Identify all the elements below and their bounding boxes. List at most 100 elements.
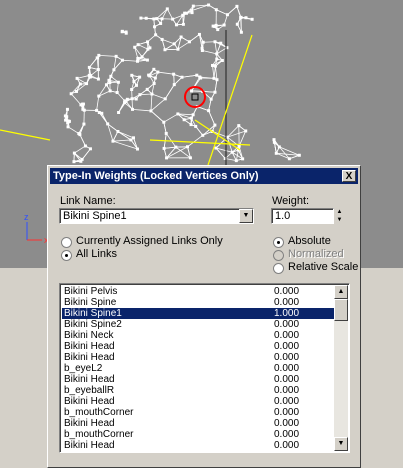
mesh-edge xyxy=(150,94,153,111)
radio-assigned-links-only-label[interactable]: Currently Assigned Links Only xyxy=(76,235,223,247)
mesh-vertex xyxy=(79,159,83,163)
list-item[interactable]: Bikini Head 0.000 xyxy=(62,418,334,429)
list-item[interactable]: b_mouthCorner 0.000 xyxy=(62,429,334,440)
list-scrollbar[interactable]: ▲ ▼ xyxy=(334,285,348,451)
mesh-vertex xyxy=(153,25,157,29)
mesh-vertex xyxy=(72,160,76,164)
mesh-vertex xyxy=(250,17,254,21)
list-item[interactable]: Bikini Spine2 0.000 xyxy=(62,319,334,330)
mesh-vertex xyxy=(64,118,68,122)
mesh-vertex xyxy=(65,107,69,111)
chevron-down-icon[interactable]: ▼ xyxy=(239,209,253,223)
mesh-vertex xyxy=(108,89,112,93)
radio-all-links[interactable] xyxy=(61,250,72,261)
mesh-vertex xyxy=(201,133,205,137)
mesh-vertex xyxy=(81,102,85,106)
mesh-vertex xyxy=(172,42,176,46)
mesh-vertex xyxy=(149,109,153,113)
list-item[interactable]: Bikini Head 0.000 xyxy=(62,374,334,385)
list-item[interactable]: Bikini Head 0.000 xyxy=(62,440,334,451)
mesh-edge xyxy=(112,140,138,150)
list-item[interactable]: Bikini Head 0.000 xyxy=(62,396,334,407)
mesh-edge xyxy=(163,113,179,123)
list-item[interactable]: b_eyeL2 0.000 xyxy=(62,363,334,374)
mesh-edge xyxy=(107,123,114,142)
mesh-vertex xyxy=(87,65,91,69)
mesh-edge xyxy=(202,50,217,55)
mesh-edge xyxy=(215,66,218,80)
mesh-edge xyxy=(191,106,198,119)
list-item[interactable]: Bikini Head 0.000 xyxy=(62,341,334,352)
list-item[interactable]: Bikini Head 0.000 xyxy=(62,352,334,363)
list-item[interactable]: b_eyeballR 0.000 xyxy=(62,385,334,396)
mesh-vertex xyxy=(239,30,243,34)
list-item-name: Bikini Spine xyxy=(64,297,117,308)
radio-relative-scale[interactable] xyxy=(273,263,284,274)
mesh-vertex xyxy=(96,68,100,72)
mesh-vertex xyxy=(139,16,143,20)
mesh-edge xyxy=(122,59,138,62)
radio-all-links-label[interactable]: All Links xyxy=(76,248,117,260)
mesh-edge xyxy=(163,122,167,134)
mesh-vertex xyxy=(145,87,149,91)
scroll-down-icon[interactable]: ▼ xyxy=(334,437,348,451)
mesh-vertex xyxy=(176,112,180,116)
mesh-edge xyxy=(157,71,174,75)
radio-assigned-links-only[interactable] xyxy=(61,237,72,248)
mesh-vertex xyxy=(152,67,156,71)
dialog-titlebar[interactable]: Type-In Weights (Locked Vertices Only) X xyxy=(50,168,358,184)
mesh-vertex xyxy=(239,15,243,19)
mesh-edge xyxy=(214,79,218,93)
mesh-vertex xyxy=(112,68,116,72)
mesh-vertex xyxy=(154,33,158,37)
list-item-weight: 0.000 xyxy=(274,319,300,330)
list-item[interactable]: Bikini Pelvis 0.000 xyxy=(62,286,334,297)
mesh-edge xyxy=(101,113,109,125)
mesh-edge xyxy=(70,93,82,106)
mesh-vertex xyxy=(159,21,163,25)
mesh-vertex xyxy=(174,23,178,27)
spinner-up-icon[interactable]: ▲ xyxy=(335,208,344,216)
mesh-vertex xyxy=(130,88,134,92)
weight-value: 1.0 xyxy=(275,210,291,222)
dialog-title: Type-In Weights (Locked Vertices Only) xyxy=(53,170,259,182)
mesh-vertex xyxy=(188,156,192,160)
mesh-vertex xyxy=(172,83,176,87)
mesh-vertex xyxy=(212,76,216,80)
mesh-vertex xyxy=(147,73,151,77)
mesh-vertex xyxy=(230,150,234,154)
mesh-edge xyxy=(132,108,152,112)
scroll-up-icon[interactable]: ▲ xyxy=(334,285,348,299)
radio-absolute[interactable] xyxy=(273,237,284,248)
list-item-name: Bikini Head xyxy=(64,374,115,385)
link-name-dropdown[interactable]: Bikini Spine1 xyxy=(59,208,254,224)
mesh-edge xyxy=(161,39,166,50)
scroll-thumb[interactable] xyxy=(334,299,348,321)
mesh-vertex xyxy=(152,17,156,21)
spinner-down-icon[interactable]: ▼ xyxy=(335,216,344,224)
link-weights-list[interactable]: Bikini Pelvis 0.000 Bikini Spine 0.000 Bikin… xyxy=(59,283,350,453)
mesh-vertex xyxy=(132,79,136,83)
mesh-edge xyxy=(181,74,197,78)
close-button[interactable]: X xyxy=(342,170,356,182)
mesh-vertex xyxy=(77,132,81,136)
radio-absolute-label[interactable]: Absolute xyxy=(288,235,331,247)
weight-spinner[interactable]: ▲ ▼ xyxy=(335,208,344,224)
mesh-vertex xyxy=(72,151,76,155)
list-item[interactable]: b_mouthCorner 0.000 xyxy=(62,407,334,418)
gizmo-line xyxy=(0,129,51,141)
list-item-name: b_mouthCorner xyxy=(64,407,134,418)
mesh-vertex xyxy=(235,4,239,8)
list-item-name: Bikini Head xyxy=(64,396,115,407)
mesh-vertex xyxy=(134,97,138,101)
list-item[interactable]: Bikini Neck 0.000 xyxy=(62,330,334,341)
mesh-edge xyxy=(74,145,86,154)
mesh-vertex xyxy=(234,159,238,163)
radio-relative-scale-label[interactable]: Relative Scale xyxy=(288,261,358,273)
list-item-weight: 0.000 xyxy=(274,330,300,341)
mesh-vertex xyxy=(207,3,211,7)
list-item[interactable]: Bikini Spine1 1.000 xyxy=(62,308,334,319)
list-item-name: b_eyeL2 xyxy=(64,363,103,374)
weight-input[interactable]: 1.0 xyxy=(271,208,334,224)
list-item[interactable]: Bikini Spine 0.000 xyxy=(62,297,334,308)
